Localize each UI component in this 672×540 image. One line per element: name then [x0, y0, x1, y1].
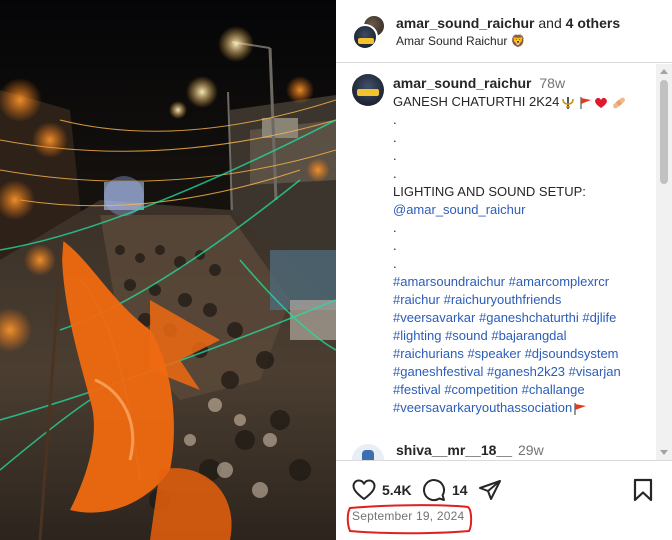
hashtag-link[interactable]: #amarcomplexrcr: [509, 274, 609, 289]
comment-item: shiva__mr__18__ 29w: [352, 438, 662, 460]
caption-header: amar_sound_raichur 78w: [393, 75, 565, 91]
post-date[interactable]: September 19, 2024: [352, 509, 464, 523]
hashtag-link[interactable]: #festival: [393, 382, 441, 397]
collab-avatars[interactable]: [352, 14, 388, 50]
comment-button[interactable]: 14: [422, 477, 468, 503]
caption-dot: .: [393, 238, 397, 253]
hashtag-link[interactable]: #bajarangdal: [491, 328, 566, 343]
caption-dot: .: [393, 220, 397, 235]
caption-age[interactable]: 78w: [539, 75, 565, 91]
scrollbar-thumb[interactable]: [660, 80, 668, 184]
hashtag-link[interactable]: #veersavarkaryouthassociation: [393, 400, 572, 415]
comment-bubble-icon: [423, 479, 446, 502]
caption-dot: .: [393, 148, 397, 163]
post-actions-bar: 5.4K 14 September 19, 2024: [336, 460, 672, 540]
hashtag-line: #amarsoundraichur #amarcomplexrcr: [393, 273, 655, 291]
caption-dot: .: [393, 112, 397, 127]
hashtag-link[interactable]: #djlife: [582, 310, 616, 325]
caption-text: GANESH CHATURTHI 2K24 . . . . LIGHTING A…: [393, 93, 655, 417]
caption-hashtags: #amarsoundraichur #amarcomplexrcr #raichu…: [393, 273, 655, 417]
hashtag-line: #lighting #sound #bajarangdal: [393, 327, 655, 345]
paper-plane-icon: [479, 480, 501, 500]
save-button[interactable]: [632, 477, 654, 503]
flag-icon: [574, 402, 587, 415]
hashtag-link[interactable]: #raichur: [393, 292, 440, 307]
hashtag-link[interactable]: #competition: [444, 382, 518, 397]
commenter-avatar[interactable]: [352, 444, 384, 460]
caption-author-avatar[interactable]: [352, 74, 384, 106]
share-button[interactable]: [478, 477, 502, 503]
hashtag-link[interactable]: #djsoundsystem: [525, 346, 619, 361]
hashtag-line: #festival #competition #challange: [393, 381, 655, 399]
hashtag-line: #ganeshfestival #ganesh2k23 #visarjan: [393, 363, 655, 381]
heart-icon: [352, 479, 376, 500]
comments-scroll-area[interactable]: amar_sound_raichur 78w GANESH CHATURTHI …: [336, 64, 672, 460]
hashtag-link[interactable]: #raichuryouthfriends: [444, 292, 562, 307]
caption-emojis: [561, 94, 629, 112]
bookmark-icon: [633, 478, 653, 502]
caption-dot: .: [393, 166, 397, 181]
festival-street-photo: [0, 0, 336, 540]
caption-title: GANESH CHATURTHI 2K24: [393, 94, 560, 109]
header-authors: amar_sound_raichur and 4 others: [396, 15, 620, 31]
comment-age[interactable]: 29w: [518, 442, 544, 458]
post-side-panel: amar_sound_raichur and 4 others Amar Sou…: [336, 0, 672, 540]
hashtag-link[interactable]: #speaker: [467, 346, 520, 361]
caption-setup-line: LIGHTING AND SOUND SETUP:: [393, 184, 586, 199]
scroll-down-arrow[interactable]: [660, 450, 668, 455]
hashtag-line: #veersavarkaryouthassociation: [393, 399, 655, 417]
author-avatar: [352, 24, 378, 50]
hashtag-link[interactable]: #visarjan: [569, 364, 621, 379]
hashtag-link[interactable]: #ganeshfestival: [393, 364, 483, 379]
comment-count[interactable]: 14: [452, 482, 468, 498]
hashtag-link[interactable]: #lighting: [393, 328, 441, 343]
hashtag-link[interactable]: #ganeshchaturthi: [479, 310, 579, 325]
header-username[interactable]: amar_sound_raichur: [396, 15, 535, 31]
caption-username[interactable]: amar_sound_raichur: [393, 75, 532, 91]
hashtag-link[interactable]: #amarsoundraichur: [393, 274, 505, 289]
header-others-link[interactable]: 4 others: [566, 15, 620, 31]
trishul-icon: [562, 97, 575, 110]
hashtag-link[interactable]: #sound: [445, 328, 488, 343]
post-header: amar_sound_raichur and 4 others Amar Sou…: [336, 0, 672, 63]
hashtag-line: #veersavarkar #ganeshchaturthi #djlife: [393, 309, 655, 327]
like-count[interactable]: 5.4K: [382, 482, 412, 498]
comments-scrollbar[interactable]: [656, 64, 672, 460]
heart-emoji-icon: [595, 98, 608, 109]
header-joiner: and: [538, 15, 562, 31]
post-photo[interactable]: [0, 0, 336, 540]
header-subtitle[interactable]: Amar Sound Raichur 🦁: [396, 34, 526, 48]
hashtag-line: #raichur #raichuryouthfriends: [393, 291, 655, 309]
hashtag-link[interactable]: #raichurians: [393, 346, 464, 361]
caption-mention-link[interactable]: @amar_sound_raichur: [393, 201, 655, 219]
caption-title-line: GANESH CHATURTHI 2K24: [393, 93, 655, 111]
scroll-up-arrow[interactable]: [660, 69, 668, 74]
commenter-username[interactable]: shiva__mr__18__: [396, 442, 512, 458]
hashtag-link[interactable]: #veersavarkar: [393, 310, 475, 325]
caption-dot: .: [393, 256, 397, 271]
like-button[interactable]: 5.4K: [352, 477, 412, 503]
hashtag-line: #raichurians #speaker #djsoundsystem: [393, 345, 655, 363]
hashtag-link[interactable]: #challange: [522, 382, 585, 397]
hashtag-link[interactable]: #ganesh2k23: [487, 364, 565, 379]
caption-dot: .: [393, 130, 397, 145]
bandage-icon: [613, 97, 626, 109]
commenter-header: shiva__mr__18__ 29w: [396, 442, 544, 458]
flag-icon: [580, 97, 592, 110]
